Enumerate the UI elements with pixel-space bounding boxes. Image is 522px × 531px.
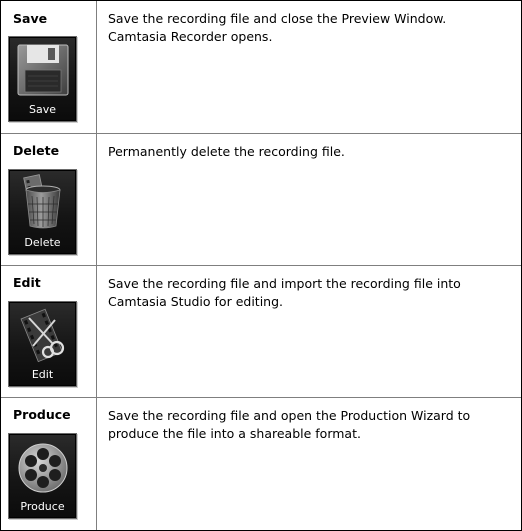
edit-button-label: Edit [31, 368, 54, 381]
scissors-film-icon [20, 308, 65, 363]
produce-button-label: Produce [20, 500, 65, 513]
description-line: Camtasia Recorder opens. [108, 29, 273, 44]
command-cell: Save Save [1, 1, 97, 133]
save-button[interactable]: Save [8, 36, 77, 122]
description-line: Save the recording file and import the r… [108, 276, 461, 291]
delete-button[interactable]: Delete [8, 169, 77, 255]
table-row-produce: Produce Produce Save the recording file … [1, 398, 521, 530]
description-line: Camtasia Studio for editing. [108, 294, 283, 309]
table-row-edit: Edit Edit Save the recording file and im… [1, 266, 521, 398]
film-reel-icon [18, 443, 68, 493]
description-cell: Save the recording file and close the Pr… [97, 1, 521, 133]
command-description: Permanently delete the recording file. [108, 143, 508, 161]
table-row-save: Save Save Save the recording file and cl… [1, 1, 521, 134]
command-cell: Edit Edit [1, 266, 97, 397]
floppy-disk-icon [17, 44, 69, 96]
description-line: Permanently delete the recording file. [108, 144, 345, 159]
command-cell: Delete Delete [1, 134, 97, 265]
table-row-delete: Delete Delete Permanently delete the rec… [1, 134, 521, 266]
description-cell: Permanently delete the recording file. [97, 134, 521, 265]
command-title: Delete [13, 143, 60, 158]
description-line: Save the recording file and open the Pro… [108, 408, 471, 423]
trash-can-icon [23, 174, 61, 229]
delete-button-label: Delete [24, 236, 61, 249]
command-title: Save [13, 11, 48, 26]
command-description: Save the recording file and open the Pro… [108, 407, 508, 443]
command-cell: Produce Produce [1, 398, 97, 530]
description-cell: Save the recording file and open the Pro… [97, 398, 521, 530]
description-cell: Save the recording file and import the r… [97, 266, 521, 397]
command-description: Save the recording file and close the Pr… [108, 10, 508, 46]
description-line: Save the recording file and close the Pr… [108, 11, 447, 26]
command-title: Edit [13, 275, 41, 290]
commands-table: Save Save Save the recording file and cl… [0, 0, 522, 531]
command-title: Produce [13, 407, 71, 422]
description-line: produce the file into a shareable format… [108, 426, 361, 441]
edit-button[interactable]: Edit [8, 301, 77, 387]
produce-button[interactable]: Produce [8, 433, 77, 519]
save-button-label: Save [28, 103, 56, 116]
command-description: Save the recording file and import the r… [108, 275, 508, 311]
